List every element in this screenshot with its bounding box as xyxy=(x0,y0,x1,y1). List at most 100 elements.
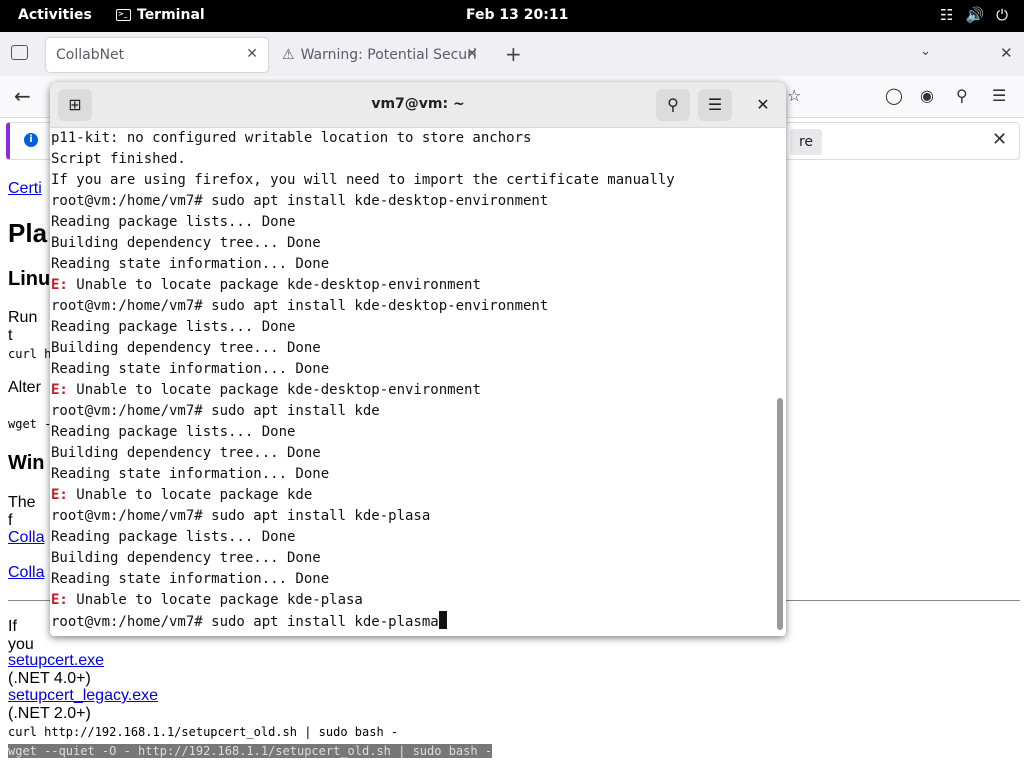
scrollbar-thumb[interactable] xyxy=(777,398,783,630)
setupcert-legacy-link[interactable]: setupcert_legacy.exe xyxy=(8,687,158,704)
terminal-line-text: root@vm:/home/vm7# sudo apt install kde-… xyxy=(51,193,549,209)
app-menu[interactable]: >_ Terminal xyxy=(116,7,205,23)
terminal-line-text: Reading state information... Done xyxy=(51,256,330,272)
terminal-line-text: Unable to locate package kde-desktop-env… xyxy=(67,382,481,398)
tab-label: Warning: Potential Securi xyxy=(300,47,477,63)
the-text: The f xyxy=(8,494,36,529)
terminal-line: Script finished. xyxy=(51,149,774,170)
terminal-line-text: p11-kit: no configured writable location… xyxy=(51,130,532,146)
terminal-line-text: If you are using firefox, you will need … xyxy=(51,172,675,188)
clock[interactable]: Feb 13 20:11 xyxy=(466,7,568,23)
account-icon[interactable]: ◉ xyxy=(920,86,934,105)
app-name: Terminal xyxy=(137,7,205,23)
terminal-line: Building dependency tree... Done xyxy=(51,548,774,569)
error-prefix: E: xyxy=(51,592,68,608)
terminal-line: root@vm:/home/vm7# sudo apt install kde-… xyxy=(51,506,774,527)
terminal-line: root@vm:/home/vm7# sudo apt install kde-… xyxy=(51,296,774,317)
new-tab-button[interactable]: + xyxy=(505,42,522,66)
volume-icon: 🔊 xyxy=(965,6,985,24)
terminal-line: Reading state information... Done xyxy=(51,569,774,590)
terminal-line: E: Unable to locate package kde-desktop-… xyxy=(51,275,774,296)
terminal-scrollbar[interactable] xyxy=(774,128,786,636)
network-icon: ☷ xyxy=(939,6,954,24)
page-heading: Pla xyxy=(8,218,48,248)
terminal-output[interactable]: p11-kit: no configured writable location… xyxy=(50,128,774,636)
terminal-line-text: Unable to locate package kde-desktop-env… xyxy=(67,277,481,293)
terminal-line: Reading state information... Done xyxy=(51,464,774,485)
terminal-icon: >_ xyxy=(116,9,131,21)
terminal-line: E: Unable to locate package kde-desktop-… xyxy=(51,380,774,401)
wget-command-selected: wget --quiet -O - http://192.168.1.1/set… xyxy=(8,744,493,758)
gnome-top-bar: Activities >_ Terminal Feb 13 20:11 ☷ 🔊 ⏻ xyxy=(0,0,1024,32)
info-icon: i xyxy=(24,133,38,147)
system-tray[interactable]: ☷ 🔊 ⏻ xyxy=(940,6,1008,24)
terminal-line-text: root@vm:/home/vm7# sudo apt install kde-… xyxy=(51,614,439,630)
error-prefix: E: xyxy=(51,277,68,293)
window-close-button[interactable]: ✕ xyxy=(1000,44,1013,62)
terminal-line-text: Unable to locate package kde xyxy=(67,487,313,503)
terminal-line: Reading package lists... Done xyxy=(51,422,774,443)
terminal-line-text: Reading package lists... Done xyxy=(51,529,296,545)
setupcert-link[interactable]: setupcert.exe xyxy=(8,652,104,669)
curl-command: curl http://192.168.1.1/setupcert_old.sh… xyxy=(8,725,399,739)
linux-heading: Linu xyxy=(8,268,51,290)
hamburger-menu-icon[interactable]: ☰ xyxy=(698,89,732,121)
terminal-line-text: Reading state information... Done xyxy=(51,361,330,377)
extensions-icon[interactable]: ⚲ xyxy=(956,86,968,105)
terminal-line: If you are using firefox, you will need … xyxy=(51,170,774,191)
chevron-down-icon[interactable]: ⌄ xyxy=(920,44,931,59)
close-icon[interactable]: ✕ xyxy=(246,46,258,62)
alternative-text: Alter xyxy=(8,379,41,396)
tab-label: CollabNet xyxy=(56,47,125,63)
bookmark-star-icon[interactable]: ☆ xyxy=(787,86,801,105)
terminal-line: Reading package lists... Done xyxy=(51,212,774,233)
curl-command-short: curl h xyxy=(8,347,52,361)
terminal-line: Reading package lists... Done xyxy=(51,317,774,338)
terminal-line-text: root@vm:/home/vm7# sudo apt install kde-… xyxy=(51,508,431,524)
terminal-line: Reading state information... Done xyxy=(51,359,774,380)
collab-link-1[interactable]: Colla xyxy=(8,529,44,547)
menu-icon[interactable]: ☰ xyxy=(992,86,1006,105)
terminal-line-text: root@vm:/home/vm7# sudo apt install kde xyxy=(51,403,380,419)
firefox-view-icon[interactable] xyxy=(11,45,28,60)
close-icon[interactable]: ✕ xyxy=(992,129,1007,150)
wget-command-short: wget - xyxy=(8,417,52,431)
terminal-window[interactable]: ⊞ vm7@vm: ~ ⚲ ☰ ✕ p11-kit: no configured… xyxy=(50,82,786,636)
back-icon[interactable]: ← xyxy=(14,84,31,108)
terminal-line-text: Reading state information... Done xyxy=(51,466,330,482)
terminal-line-text: Reading package lists... Done xyxy=(51,214,296,230)
power-icon: ⏻ xyxy=(996,6,1008,24)
error-prefix: E: xyxy=(51,487,68,503)
close-icon[interactable]: ✕ xyxy=(466,46,478,62)
terminal-line: E: Unable to locate package kde xyxy=(51,485,774,506)
notification-button[interactable]: re xyxy=(790,129,822,155)
search-icon[interactable]: ⚲ xyxy=(656,89,690,121)
collab-link-2[interactable]: Colla xyxy=(8,564,44,582)
activities-button[interactable]: Activities xyxy=(18,7,92,23)
terminal-line-text: Building dependency tree... Done xyxy=(51,550,321,566)
windows-heading: Win xyxy=(8,452,45,474)
run-text: Run t xyxy=(8,309,38,344)
terminal-line-text: Building dependency tree... Done xyxy=(51,340,321,356)
pocket-icon[interactable]: ◯ xyxy=(885,86,903,105)
terminal-cursor xyxy=(438,611,447,629)
if-you-text: If you xyxy=(8,618,34,653)
terminal-line: E: Unable to locate package kde-plasa xyxy=(51,590,774,611)
terminal-line-text: Reading package lists... Done xyxy=(51,319,296,335)
terminal-line: Reading state information... Done xyxy=(51,254,774,275)
certificate-link[interactable]: Certi xyxy=(8,180,42,198)
terminal-header-bar[interactable]: ⊞ vm7@vm: ~ ⚲ ☰ ✕ xyxy=(50,82,786,128)
terminal-line: Reading package lists... Done xyxy=(51,527,774,548)
terminal-line-text: Reading package lists... Done xyxy=(51,424,296,440)
browser-tab-bar: CollabNet ✕ ⚠ Warning: Potential Securi … xyxy=(0,32,1024,76)
terminal-line-text: root@vm:/home/vm7# sudo apt install kde-… xyxy=(51,298,549,314)
terminal-line: root@vm:/home/vm7# sudo apt install kde-… xyxy=(51,191,774,212)
legacy-note: (.NET 2.0+) xyxy=(8,705,91,722)
tab-collabnet[interactable]: CollabNet ✕ xyxy=(46,38,268,72)
error-prefix: E: xyxy=(51,382,68,398)
tab-warning[interactable]: ⚠ Warning: Potential Securi ✕ xyxy=(274,38,488,72)
terminal-line-text: Reading state information... Done xyxy=(51,571,330,587)
close-icon[interactable]: ✕ xyxy=(746,89,780,121)
terminal-line-text: Unable to locate package kde-plasa xyxy=(67,592,363,608)
terminal-line: root@vm:/home/vm7# sudo apt install kde-… xyxy=(51,611,774,632)
